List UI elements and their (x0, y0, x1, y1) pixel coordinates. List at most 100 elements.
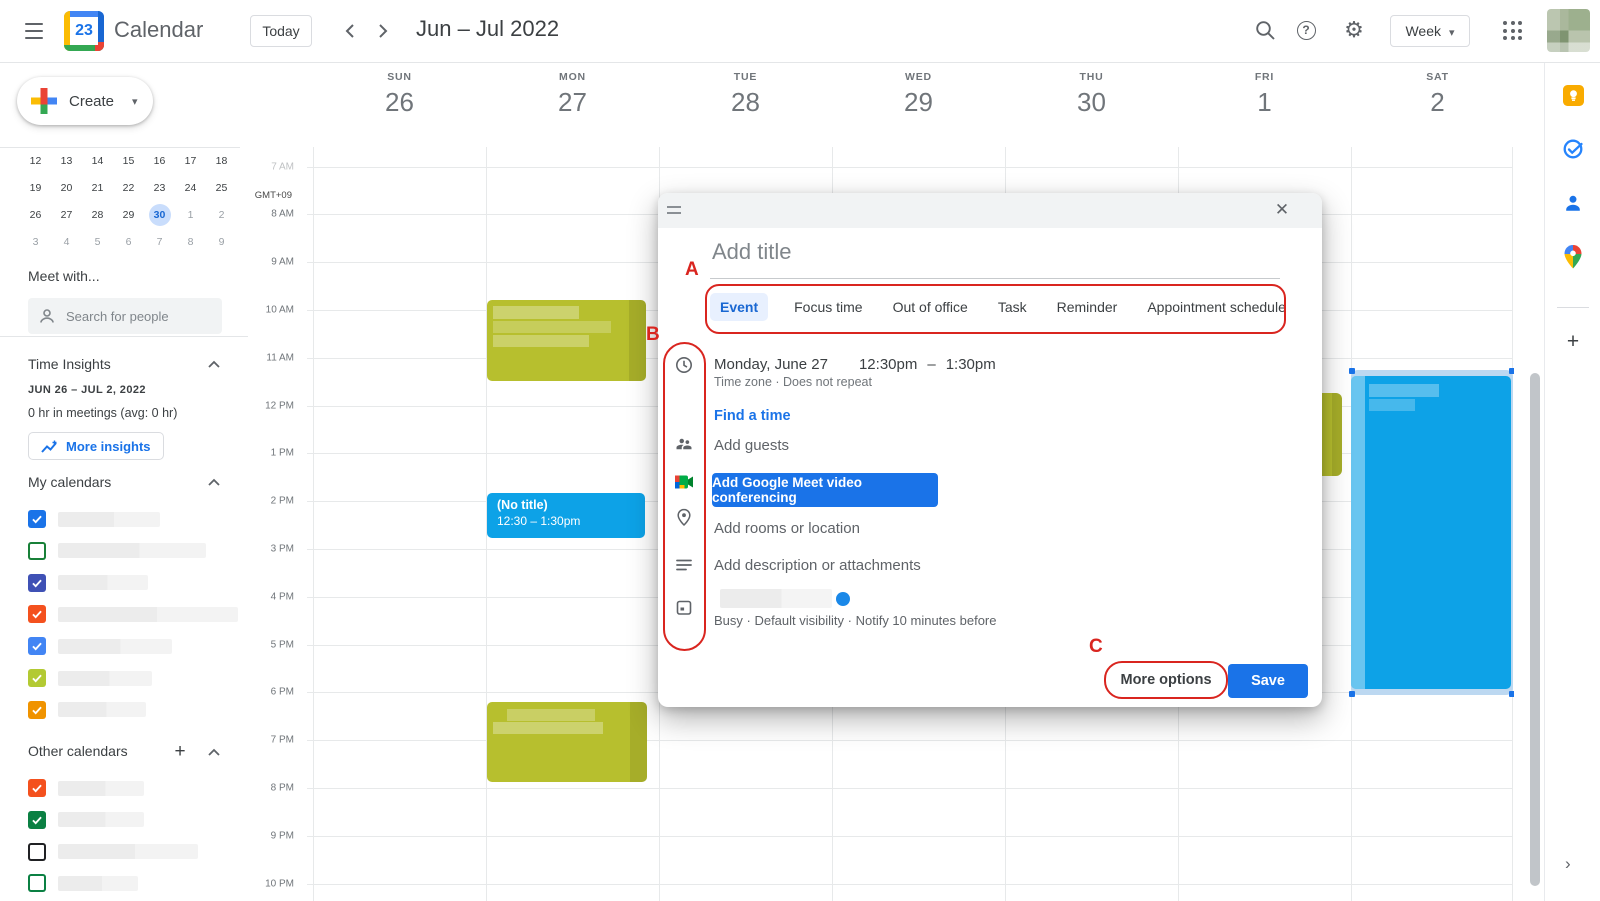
day-number[interactable]: 29 (832, 87, 1005, 118)
drag-handle-icon[interactable] (667, 206, 681, 214)
selection-handle[interactable] (1349, 691, 1355, 697)
maps-icon[interactable] (1562, 246, 1584, 268)
add-description-field[interactable]: Add description or attachments (714, 557, 921, 574)
mini-calendar-day[interactable]: 3 (20, 228, 51, 255)
mini-calendar-day[interactable]: 28 (82, 201, 113, 228)
day-number[interactable]: 30 (1005, 87, 1178, 118)
mini-calendar-day[interactable]: 23 (144, 174, 175, 201)
settings-gear-icon[interactable] (1342, 18, 1366, 42)
mini-calendar-day[interactable]: 4 (51, 228, 82, 255)
event-start-time[interactable]: 12:30pm (859, 356, 917, 373)
day-number[interactable]: 26 (313, 87, 486, 118)
calendar-checkbox[interactable] (28, 510, 46, 528)
calendar-checkbox[interactable] (28, 701, 46, 719)
add-location-field[interactable]: Add rooms or location (714, 520, 860, 537)
event-monday-evening[interactable] (487, 702, 647, 782)
mini-calendar-day[interactable]: 12 (20, 147, 51, 174)
add-other-calendar-button[interactable] (168, 740, 192, 764)
calendar-checkbox[interactable] (28, 605, 46, 623)
people-search-box[interactable] (28, 298, 222, 334)
vertical-scrollbar[interactable] (1530, 373, 1540, 886)
event-title-input[interactable] (712, 239, 1278, 265)
event-date[interactable]: Monday, June 27 (714, 356, 828, 373)
calendar-checkbox[interactable] (28, 843, 46, 861)
calendar-list-item[interactable] (28, 694, 146, 726)
redacted-calendar-name[interactable] (720, 589, 832, 608)
selection-handle[interactable] (1349, 368, 1355, 374)
view-selector-button[interactable]: Week (1390, 15, 1470, 47)
profile-avatar[interactable] (1547, 9, 1590, 52)
day-number[interactable]: 28 (659, 87, 832, 118)
calendar-color-dot[interactable] (836, 592, 850, 606)
add-meet-button[interactable]: Add Google Meet video conferencing (712, 473, 938, 507)
keep-icon[interactable] (1562, 84, 1584, 106)
mini-calendar-day[interactable]: 1 (175, 201, 206, 228)
event-monday-midday[interactable]: (No title) 12:30 – 1:30pm (487, 493, 645, 538)
mini-calendar-day[interactable]: 7 (144, 228, 175, 255)
google-apps-icon[interactable] (1503, 21, 1523, 41)
mini-calendar-day[interactable]: 21 (82, 174, 113, 201)
chevron-up-icon[interactable] (202, 740, 226, 764)
chevron-up-icon[interactable] (202, 470, 226, 494)
dialog-drag-bar[interactable] (658, 193, 1322, 228)
mini-calendar-day[interactable]: 27 (51, 201, 82, 228)
event-end-time[interactable]: 1:30pm (946, 356, 996, 373)
calendar-list-item[interactable] (28, 804, 144, 836)
tab-appointment-schedule[interactable]: Appointment schedule (1143, 293, 1290, 321)
close-icon[interactable] (1270, 198, 1294, 222)
day-number[interactable]: 1 (1178, 87, 1351, 118)
calendar-list-item[interactable] (28, 662, 152, 694)
chevron-up-icon[interactable] (202, 352, 226, 376)
mini-calendar-day[interactable]: 16 (144, 147, 175, 174)
mini-calendar-day[interactable]: 29 (113, 201, 144, 228)
mini-calendar-day[interactable]: 30 (144, 201, 175, 228)
event-monday-morning[interactable] (487, 300, 646, 381)
contacts-icon[interactable] (1562, 192, 1584, 214)
calendar-checkbox[interactable] (28, 574, 46, 592)
day-number[interactable]: 2 (1351, 87, 1524, 118)
tab-reminder[interactable]: Reminder (1053, 293, 1122, 321)
tab-task[interactable]: Task (994, 293, 1031, 321)
mini-calendar-day[interactable]: 5 (82, 228, 113, 255)
mini-calendar-day[interactable]: 9 (206, 228, 237, 255)
timezone-repeat-row[interactable]: Time zone · Does not repeat (714, 375, 872, 389)
main-menu-icon[interactable] (22, 20, 46, 42)
calendar-list-item[interactable] (28, 535, 206, 567)
mini-calendar-day[interactable]: 19 (20, 174, 51, 201)
mini-calendar-day[interactable]: 18 (206, 147, 237, 174)
mini-calendar-day[interactable]: 13 (51, 147, 82, 174)
next-week-icon[interactable] (371, 19, 395, 43)
calendar-checkbox[interactable] (28, 669, 46, 687)
mini-calendar-day[interactable]: 6 (113, 228, 144, 255)
mini-calendar-day[interactable]: 26 (20, 201, 51, 228)
calendar-checkbox[interactable] (28, 542, 46, 560)
mini-calendar-day[interactable]: 24 (175, 174, 206, 201)
tab-event[interactable]: Event (710, 293, 768, 321)
calendar-checkbox[interactable] (28, 811, 46, 829)
more-options-button[interactable]: More options (1105, 662, 1227, 698)
day-number[interactable]: 27 (486, 87, 659, 118)
tab-out-of-office[interactable]: Out of office (889, 293, 972, 321)
add-guests-field[interactable]: Add guests (714, 437, 789, 454)
calendar-list-item[interactable] (28, 598, 238, 630)
create-button[interactable]: Create (17, 77, 153, 125)
today-button[interactable]: Today (250, 15, 312, 47)
mini-calendar-day[interactable]: 22 (113, 174, 144, 201)
hide-side-panel-icon[interactable] (1565, 854, 1571, 874)
event-saturday-selected[interactable] (1351, 370, 1513, 695)
mini-calendar-day[interactable]: 17 (175, 147, 206, 174)
more-insights-button[interactable]: More insights (28, 432, 164, 460)
help-icon[interactable] (1294, 18, 1318, 42)
event-datetime-row[interactable]: Monday, June 27 12:30pm – 1:30pm (714, 356, 996, 373)
people-search-input[interactable] (66, 309, 206, 324)
tasks-icon[interactable] (1562, 138, 1584, 160)
mini-calendar-day[interactable]: 2 (206, 201, 237, 228)
tab-focus-time[interactable]: Focus time (790, 293, 866, 321)
save-button[interactable]: Save (1228, 664, 1308, 698)
calendar-checkbox[interactable] (28, 637, 46, 655)
calendar-list-item[interactable] (28, 503, 160, 535)
previous-week-icon[interactable] (338, 19, 362, 43)
mini-calendar-day[interactable]: 25 (206, 174, 237, 201)
calendar-checkbox[interactable] (28, 779, 46, 797)
calendar-list-item[interactable] (28, 567, 148, 599)
